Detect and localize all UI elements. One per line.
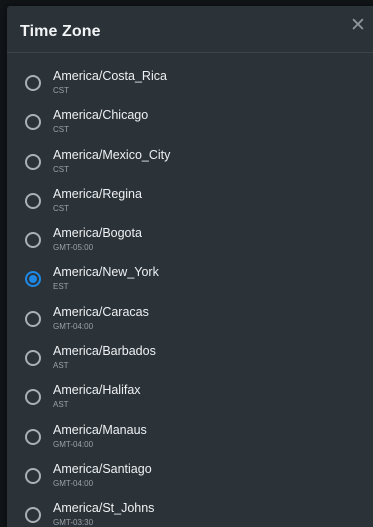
timezone-name: America/New_York	[53, 265, 159, 280]
radio-button[interactable]	[25, 350, 41, 367]
timezone-option[interactable]: America/Regina CST	[7, 183, 373, 222]
radio-button[interactable]	[25, 153, 41, 170]
timezone-abbr: GMT-04:00	[53, 439, 94, 449]
timezone-abbr: EST	[53, 282, 69, 292]
timezone-abbr: GMT-04:00	[53, 478, 94, 488]
timezone-abbr: AST	[53, 361, 69, 371]
timezone-name: America/Costa_Rica	[53, 69, 167, 83]
timezone-name: America/Regina	[53, 186, 142, 201]
timezone-option[interactable]: America/Mexico_City CST	[7, 144, 373, 183]
timezone-option[interactable]: America/Halifax AST	[7, 379, 373, 418]
timezone-abbr: CST	[53, 125, 69, 135]
radio-button[interactable]	[25, 467, 41, 484]
timezone-option-selected[interactable]: America/New_York EST	[7, 261, 373, 300]
timezone-abbr: CST	[53, 164, 69, 174]
radio-button-selected[interactable]	[25, 271, 41, 288]
dialog-header: Time Zone ✕	[7, 6, 373, 53]
timezone-name: America/Halifax	[53, 383, 141, 398]
timezone-option[interactable]: America/Barbados AST	[7, 340, 373, 379]
timezone-option[interactable]: America/Caracas GMT-04:00	[7, 301, 373, 340]
timezone-option[interactable]: America/Bogota GMT-05:00	[7, 222, 373, 261]
timezone-abbr: GMT-03:30	[53, 518, 94, 527]
close-icon[interactable]: ✕	[347, 15, 369, 37]
timezone-name: America/Manaus	[53, 422, 147, 437]
timezone-abbr: CST	[53, 203, 69, 213]
timezone-abbr: CST	[53, 86, 69, 95]
radio-button[interactable]	[25, 389, 41, 406]
timezone-abbr: GMT-05:00	[53, 243, 94, 253]
timezone-name: America/Caracas	[53, 304, 149, 319]
radio-button[interactable]	[25, 310, 41, 327]
radio-button[interactable]	[25, 75, 41, 91]
timezone-name: America/Mexico_City	[53, 147, 171, 162]
dialog-title: Time Zone	[20, 23, 101, 40]
radio-button[interactable]	[25, 428, 41, 445]
timezone-name: America/St_Johns	[53, 501, 155, 516]
timezone-name: America/Santiago	[53, 461, 152, 476]
timezone-name: America/Bogota	[53, 226, 142, 241]
timezone-name: America/Barbados	[53, 344, 156, 359]
timezone-option[interactable]: America/Manaus GMT-04:00	[7, 419, 373, 458]
timezone-option[interactable]: America/Chicago CST	[7, 104, 373, 143]
timezone-name: America/Chicago	[53, 108, 149, 123]
timezone-abbr: AST	[53, 400, 69, 410]
radio-button[interactable]	[25, 507, 41, 524]
timezone-list: America/Costa_Rica CST America/Chicago C…	[7, 65, 373, 527]
radio-button[interactable]	[25, 192, 41, 209]
timezone-abbr: GMT-04:00	[53, 321, 94, 331]
timezone-option[interactable]: America/St_Johns GMT-03:30	[7, 497, 373, 527]
timezone-option[interactable]: America/Santiago GMT-04:00	[7, 458, 373, 497]
radio-button[interactable]	[25, 232, 41, 249]
radio-button[interactable]	[25, 114, 41, 131]
time-zone-dialog: Time Zone ✕ America/Costa_Rica CST Ameri…	[7, 6, 373, 527]
timezone-option[interactable]: America/Costa_Rica CST	[7, 65, 373, 104]
